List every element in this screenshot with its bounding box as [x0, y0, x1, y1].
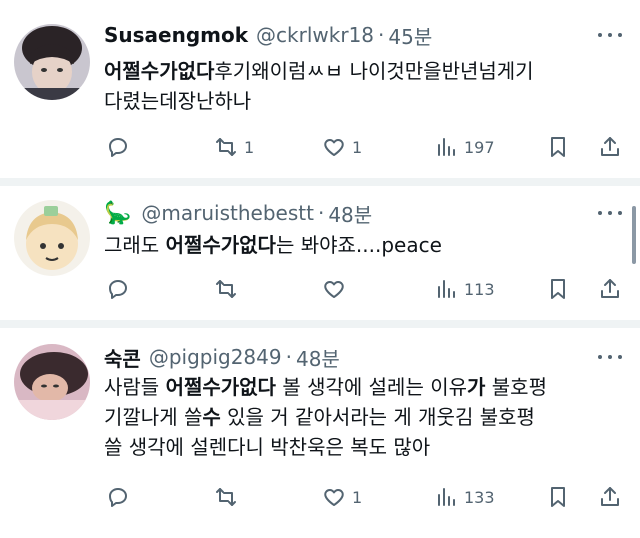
reply-icon: [109, 138, 127, 157]
views-icon: [438, 280, 455, 298]
view-count: 133: [464, 487, 495, 507]
reply-button[interactable]: [106, 132, 130, 162]
user-handle[interactable]: @pigpig2849: [149, 345, 282, 369]
bold-text: 어쩔수가없다: [165, 375, 276, 399]
action-bar: 1 1 197: [104, 132, 624, 162]
reply-icon: [109, 488, 127, 507]
tweet-text-line: 기깔나게 쓸수 있을 거 같아서라는 게 개웃김 불호평: [104, 402, 624, 432]
retweet-icon: [216, 138, 236, 156]
text-span: 는 봐야죠....peace: [275, 233, 442, 257]
text-span: 그래도: [104, 233, 166, 257]
display-name[interactable]: 숙콘: [104, 343, 141, 372]
like-icon: [324, 139, 344, 156]
tweet-3[interactable]: 숙콘 @pigpig2849 · 48분 사람들 어쩔수가없다 볼 생각에 설레…: [0, 328, 640, 538]
views-icon: [438, 488, 455, 506]
bookmark-icon: [551, 137, 565, 157]
timestamp[interactable]: 48분: [328, 199, 372, 228]
view-count: 113: [464, 279, 495, 299]
views-button[interactable]: 197: [434, 132, 495, 162]
bookmark-button[interactable]: [546, 274, 570, 304]
share-button[interactable]: [598, 482, 622, 512]
tweet-header: Susaengmok @ckrlwkr18 · 45분: [104, 20, 432, 50]
dinosaur-icon[interactable]: 🦕: [104, 201, 131, 226]
retweet-icon: [216, 488, 236, 506]
reply-button[interactable]: [106, 482, 130, 512]
text-span: 후기왜이럼ㅆㅂ 나이것만을반년넘게기: [214, 59, 534, 83]
separator-dot: ·: [285, 345, 292, 369]
views-button[interactable]: 113: [434, 274, 495, 304]
share-icon: [601, 487, 619, 506]
bookmark-button[interactable]: [546, 482, 570, 512]
share-button[interactable]: [598, 274, 622, 304]
tweet-text: 사람들 어쩔수가없다 볼 생각에 설레는 이유가 불호평 기깔나게 쓸수 있을 …: [104, 372, 624, 462]
bookmark-icon: [551, 279, 565, 299]
share-button[interactable]: [598, 132, 622, 162]
avatar[interactable]: [14, 200, 90, 276]
bold-text: 어쩔수가없다: [165, 233, 276, 257]
scrollbar[interactable]: [632, 206, 636, 264]
text-span: 있을 거 같아서라는 게 개웃김 불호평: [220, 405, 535, 429]
like-count: 1: [352, 487, 363, 507]
like-count: 1: [352, 137, 363, 157]
bookmark-icon: [551, 487, 565, 507]
text-span: 사람들: [104, 375, 166, 399]
tweet-text-line: 다렸는데장난하나: [104, 89, 252, 113]
like-button[interactable]: [322, 274, 346, 304]
like-button[interactable]: 1: [322, 132, 362, 162]
view-count: 197: [464, 137, 495, 157]
avatar[interactable]: [14, 24, 90, 100]
text-span: 기깔나게 쓸: [104, 405, 203, 429]
like-button[interactable]: 1: [322, 482, 362, 512]
views-icon: [438, 138, 455, 156]
like-icon: [324, 281, 344, 298]
share-icon: [601, 279, 619, 298]
tweet-text: 그래도 어쩔수가없다는 봐야죠....peace: [104, 230, 624, 260]
user-handle[interactable]: @ckrlwkr18: [256, 23, 374, 47]
tweet-text-line: 어쩔수가없다후기왜이럼ㅆㅂ 나이것만을반년넘게기: [104, 56, 624, 86]
bold-text: 수: [202, 405, 221, 429]
more-icon[interactable]: [598, 353, 622, 361]
separator-dot: ·: [378, 23, 385, 47]
timestamp[interactable]: 48분: [296, 343, 340, 372]
bold-text: 어쩔수가없다: [104, 59, 215, 83]
like-icon: [324, 489, 344, 506]
bookmark-button[interactable]: [546, 132, 570, 162]
text-span: 불호평: [485, 375, 547, 399]
reply-button[interactable]: [106, 274, 130, 304]
action-bar: 113: [104, 274, 624, 304]
share-icon: [601, 137, 619, 156]
tweet-text: 어쩔수가없다후기왜이럼ㅆㅂ 나이것만을반년넘게기 다렸는데장난하나: [104, 56, 624, 116]
separator-dot: ·: [317, 201, 325, 225]
tweet-text-line: 쓸 생각에 설렌다니 박찬욱은 복도 많아: [104, 435, 431, 459]
tweet-2[interactable]: 🦕 @maruisthebestt · 48분 그래도 어쩔수가없다는 봐야죠.…: [0, 186, 640, 320]
tweet-text-line: 그래도 어쩔수가없다는 봐야죠....peace: [104, 230, 624, 260]
retweet-button[interactable]: 1: [214, 132, 254, 162]
retweet-button[interactable]: [214, 274, 238, 304]
action-bar: 1 133: [104, 482, 624, 512]
reply-icon: [109, 280, 127, 299]
timestamp[interactable]: 45분: [388, 21, 432, 50]
tweet-separator: [0, 320, 640, 328]
avatar[interactable]: [14, 344, 90, 420]
retweet-count: 1: [244, 137, 255, 157]
bold-text: 가: [467, 375, 486, 399]
tweet-separator: [0, 178, 640, 186]
text-span: 볼 생각에 설레는 이유: [275, 375, 467, 399]
user-handle[interactable]: @maruisthebestt: [141, 201, 314, 225]
more-icon[interactable]: [598, 209, 622, 217]
retweet-icon: [216, 280, 236, 298]
retweet-button[interactable]: [214, 482, 238, 512]
tweet-text-line: 사람들 어쩔수가없다 볼 생각에 설레는 이유가 불호평: [104, 372, 624, 402]
tweet-header: 숙콘 @pigpig2849 · 48분: [104, 342, 340, 372]
tweet-1[interactable]: Susaengmok @ckrlwkr18 · 45분 어쩔수가없다후기왜이럼ㅆ…: [0, 0, 640, 178]
tweet-header: 🦕 @maruisthebestt · 48분: [104, 198, 372, 228]
display-name[interactable]: Susaengmok: [104, 23, 248, 47]
more-icon[interactable]: [598, 31, 622, 39]
views-button[interactable]: 133: [434, 482, 495, 512]
